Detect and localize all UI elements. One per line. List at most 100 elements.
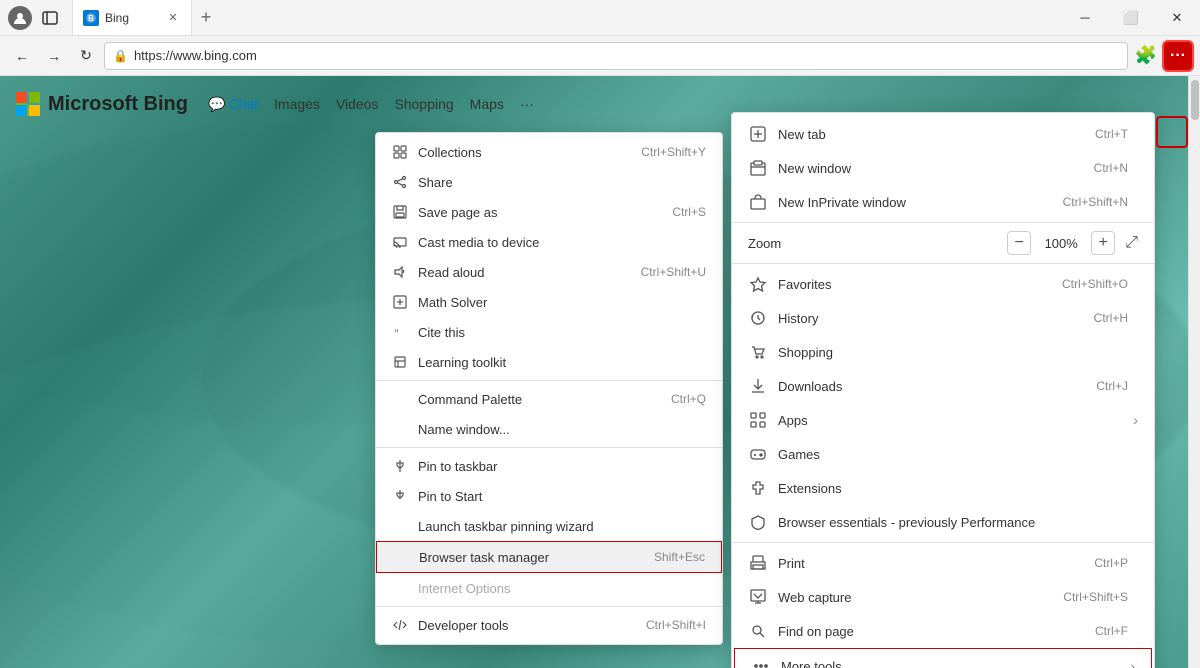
launch-pinning-wizard-label: Launch taskbar pinning wizard <box>418 519 696 534</box>
bing-nav-more[interactable]: ··· <box>520 96 534 112</box>
menu-item-learning-toolkit[interactable]: Learning toolkit <box>376 347 722 377</box>
close-button[interactable]: ✕ <box>1154 0 1200 36</box>
menu-item-share[interactable]: Share <box>376 167 722 197</box>
menu-item-launch-pinning-wizard[interactable]: Launch taskbar pinning wizard <box>376 511 722 541</box>
tab-close-button[interactable]: ✕ <box>165 10 181 26</box>
menu-item-collections[interactable]: Collections Ctrl+Shift+Y <box>376 137 722 167</box>
menu-item-browser-task-manager[interactable]: Browser task manager Shift+Esc <box>376 541 722 573</box>
internet-options-icon <box>392 580 408 596</box>
menu-item-new-window[interactable]: New window Ctrl+N <box>732 151 1154 185</box>
menu-item-favorites[interactable]: Favorites Ctrl+Shift+O <box>732 267 1154 301</box>
menu-item-cite-this[interactable]: " Cite this <box>376 317 722 347</box>
minimize-button[interactable]: ─ <box>1062 0 1108 36</box>
zoom-expand-button[interactable]: ⤢ <box>1125 234 1138 252</box>
zoom-plus-button[interactable]: + <box>1091 231 1115 255</box>
downloads-label: Downloads <box>778 379 1086 394</box>
browser-task-manager-label: Browser task manager <box>419 550 644 565</box>
save-page-shortcut: Ctrl+S <box>672 205 706 219</box>
menu-item-downloads[interactable]: Downloads Ctrl+J <box>732 369 1154 403</box>
menu-item-math-solver[interactable]: Math Solver <box>376 287 722 317</box>
back-button[interactable]: ← <box>8 42 36 70</box>
new-tab-shortcut: Ctrl+T <box>1095 127 1128 141</box>
svg-text:": " <box>394 326 399 339</box>
games-icon <box>748 444 768 464</box>
page-content: Microsoft Bing 💬 Chat Images Videos Shop… <box>0 76 1200 668</box>
downloads-icon <box>748 376 768 396</box>
name-window-icon <box>392 421 408 437</box>
bing-logo-icon <box>16 92 40 116</box>
bing-nav-maps[interactable]: Maps <box>470 96 504 112</box>
restore-button[interactable]: ⬜ <box>1108 0 1154 36</box>
more-tools-arrow: › <box>1130 658 1135 668</box>
more-tools-icon <box>751 656 771 668</box>
address-bar[interactable]: 🔒 https://www.bing.com <box>104 42 1128 70</box>
new-tab-button[interactable]: + <box>192 4 220 32</box>
save-page-label: Save page as <box>418 205 662 220</box>
menu-item-more-tools[interactable]: More tools › <box>734 648 1152 668</box>
tab-favicon: B <box>83 10 99 26</box>
menu-item-pin-taskbar[interactable]: Pin to taskbar <box>376 451 722 481</box>
command-palette-label: Command Palette <box>418 392 661 407</box>
menu-item-games[interactable]: Games <box>732 437 1154 471</box>
task-manager-shortcut: Shift+Esc <box>654 550 705 564</box>
zoom-minus-button[interactable]: − <box>1007 231 1031 255</box>
tab-sidebar-button[interactable] <box>36 4 64 32</box>
menu-item-find-on-page[interactable]: Find on page Ctrl+F <box>732 614 1154 648</box>
menu-item-print[interactable]: Print Ctrl+P <box>732 546 1154 580</box>
menu-item-inprivate[interactable]: New InPrivate window Ctrl+Shift+N <box>732 185 1154 219</box>
collections-label: Collections <box>418 145 631 160</box>
active-tab[interactable]: B Bing ✕ <box>72 0 192 35</box>
print-label: Print <box>778 556 1084 571</box>
games-label: Games <box>778 447 1118 462</box>
bing-nav-videos[interactable]: Videos <box>336 96 379 112</box>
menu-item-command-palette[interactable]: Command Palette Ctrl+Q <box>376 384 722 414</box>
menu-item-pin-start[interactable]: Pin to Start <box>376 481 722 511</box>
menu-item-browser-essentials[interactable]: Browser essentials - previously Performa… <box>732 505 1154 539</box>
menu-divider-1 <box>376 380 722 381</box>
bing-nav-chat[interactable]: 💬 Chat <box>208 96 258 113</box>
math-solver-icon <box>392 294 408 310</box>
menu-item-new-tab[interactable]: New tab Ctrl+T <box>732 117 1154 151</box>
window-controls: ─ ⬜ ✕ <box>1062 0 1200 36</box>
menu-item-developer-tools[interactable]: Developer tools Ctrl+Shift+I <box>376 610 722 640</box>
cast-media-label: Cast media to device <box>418 235 696 250</box>
menu-item-extensions[interactable]: Extensions <box>732 471 1154 505</box>
task-manager-icon <box>393 549 409 565</box>
bing-logo: Microsoft Bing <box>16 92 188 116</box>
pin-taskbar-label: Pin to taskbar <box>418 459 696 474</box>
menu-item-read-aloud[interactable]: Read aloud Ctrl+Shift+U <box>376 257 722 287</box>
collections-icon <box>392 144 408 160</box>
history-icon <box>748 308 768 328</box>
scrollbar-thumb[interactable] <box>1191 80 1199 120</box>
profile-icon[interactable] <box>8 6 32 30</box>
menu-divider-r2 <box>732 263 1154 264</box>
refresh-button[interactable]: ↻ <box>72 42 100 70</box>
browser-essentials-label: Browser essentials - previously Performa… <box>778 515 1118 530</box>
find-on-page-icon <box>748 621 768 641</box>
read-aloud-icon <box>392 264 408 280</box>
shopping-icon <box>748 342 768 362</box>
title-bar-left <box>0 4 72 32</box>
scrollbar[interactable] <box>1188 76 1200 668</box>
zoom-control: Zoom − 100% + ⤢ <box>732 226 1154 260</box>
internet-options-label: Internet Options <box>418 581 696 596</box>
menu-item-internet-options[interactable]: Internet Options <box>376 573 722 603</box>
zoom-label: Zoom <box>748 236 997 251</box>
menu-item-history[interactable]: History Ctrl+H <box>732 301 1154 335</box>
bing-nav-shopping[interactable]: Shopping <box>395 96 454 112</box>
menu-item-web-capture[interactable]: Web capture Ctrl+Shift+S <box>732 580 1154 614</box>
menu-item-name-window[interactable]: Name window... <box>376 414 722 444</box>
developer-tools-shortcut: Ctrl+Shift+I <box>646 618 706 632</box>
left-context-menu: Collections Ctrl+Shift+Y Share Save page… <box>375 132 723 645</box>
tab-strip: B Bing ✕ + <box>72 0 1062 35</box>
three-dots-button[interactable]: ··· <box>1164 42 1192 70</box>
menu-item-cast-media[interactable]: Cast media to device <box>376 227 722 257</box>
find-on-page-label: Find on page <box>778 624 1085 639</box>
extensions-button[interactable]: 🧩 <box>1132 42 1160 70</box>
forward-button[interactable]: → <box>40 42 68 70</box>
bing-nav-images[interactable]: Images <box>274 96 320 112</box>
menu-item-apps[interactable]: Apps › <box>732 403 1154 437</box>
share-icon <box>392 174 408 190</box>
menu-item-save-page[interactable]: Save page as Ctrl+S <box>376 197 722 227</box>
menu-item-shopping[interactable]: Shopping <box>732 335 1154 369</box>
